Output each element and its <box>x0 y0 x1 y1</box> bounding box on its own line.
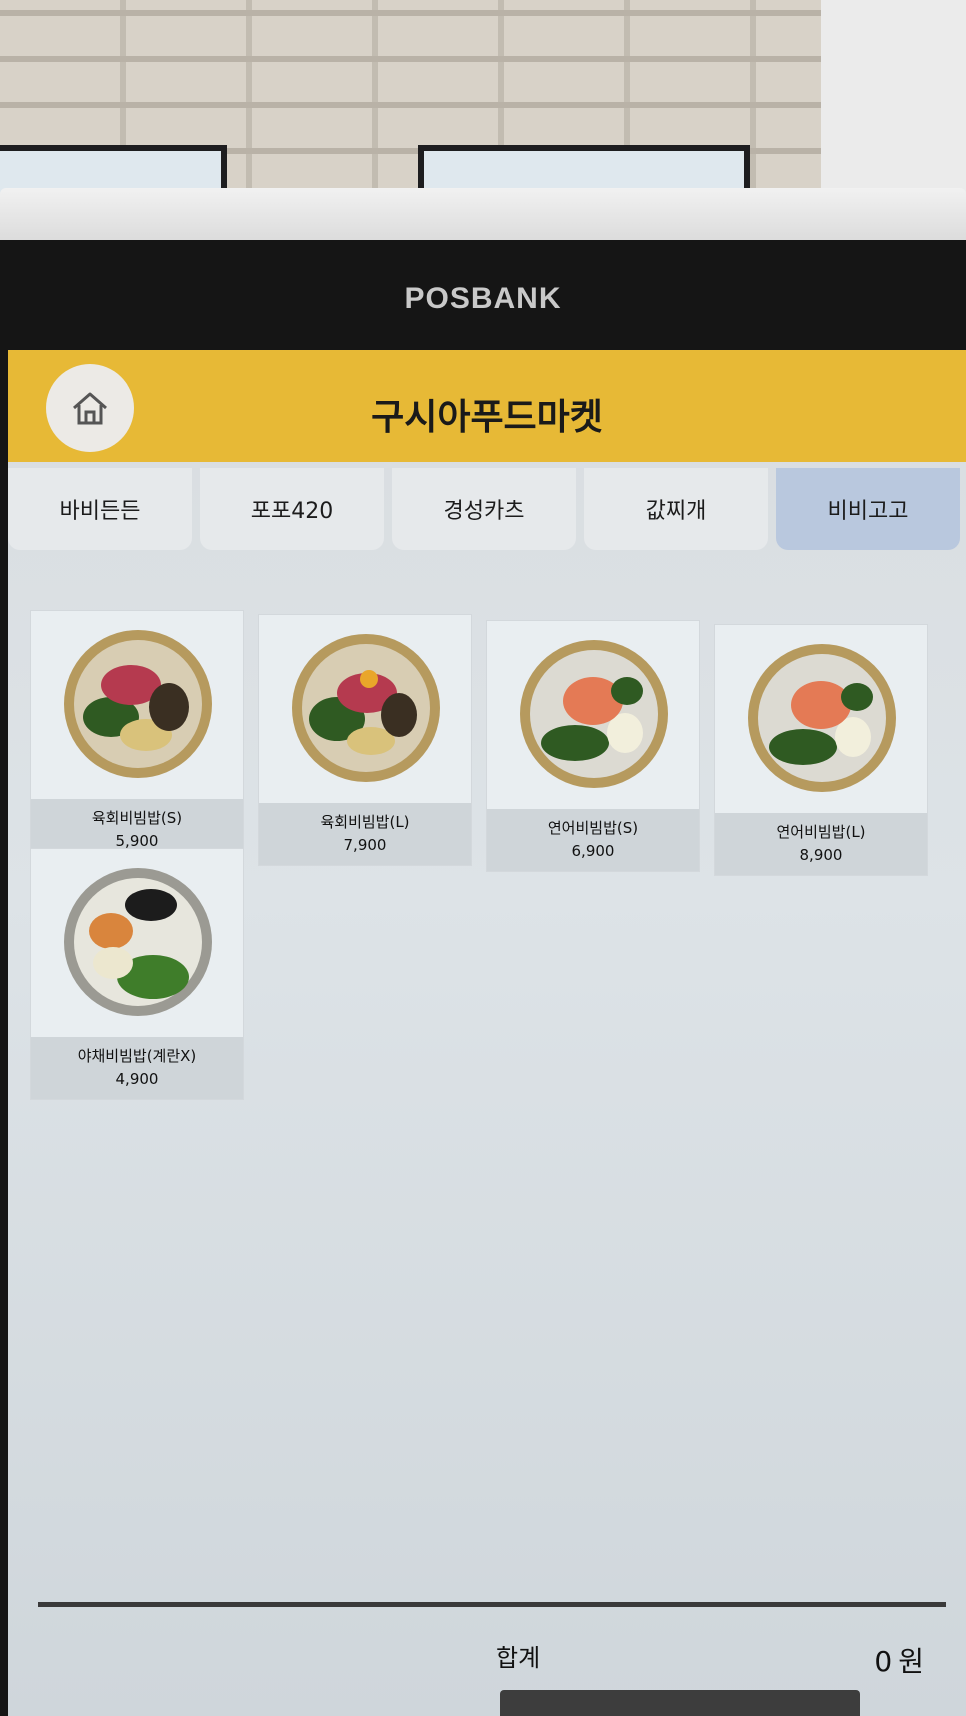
menu-item-name: 야채비빔밥(계란X) <box>77 1047 197 1065</box>
kiosk-top-frame <box>0 188 966 248</box>
tab-label: 값찌개 <box>645 499 707 524</box>
background-wall-right <box>821 0 966 205</box>
menu-item-name: 연어비빔밥(L) <box>776 823 866 841</box>
menu-item-price: 7,900 <box>343 836 387 854</box>
kiosk-brand-logo: POSBANK <box>404 282 562 315</box>
food-image <box>64 630 212 778</box>
tab-babidendeun[interactable]: 바비든든 <box>8 468 192 550</box>
total-label: 합계 <box>496 1644 541 1672</box>
menu-item[interactable]: 연어비빔밥(L) 8,900 <box>714 624 928 876</box>
menu-item-price: 4,900 <box>115 1070 159 1088</box>
divider <box>38 1602 946 1607</box>
food-image <box>292 634 440 782</box>
food-image <box>748 644 896 792</box>
currency-unit: 원 <box>898 1645 924 1678</box>
menu-item-price: 6,900 <box>571 842 615 860</box>
menu-item-name: 육회비빔밥(L) <box>320 813 410 831</box>
store-title: 구시아푸드마켓 <box>371 397 603 438</box>
menu-item[interactable]: 야채비빔밥(계란X) 4,900 <box>30 848 244 1100</box>
menu-item[interactable]: 육회비빔밥(S) 5,900 <box>30 610 244 862</box>
food-image <box>64 868 212 1016</box>
tab-popo420[interactable]: 포포420 <box>200 468 384 550</box>
food-image <box>520 640 668 788</box>
order-button[interactable] <box>500 1690 860 1716</box>
menu-item-name: 연어비빔밥(S) <box>547 819 639 837</box>
category-tabs: 바비든든 포포420 경성카츠 값찌개 비비고고 <box>8 468 966 558</box>
tab-label: 비비고고 <box>827 499 909 524</box>
menu-item-name: 육회비빔밥(S) <box>91 809 183 827</box>
menu-item[interactable]: 육회비빔밥(L) 7,900 <box>258 614 472 866</box>
header-bar: 구시아푸드마켓 <box>8 350 966 462</box>
total-amount: 0원 <box>874 1640 924 1680</box>
tab-label: 경성카츠 <box>443 499 525 524</box>
tab-label: 포포420 <box>250 499 334 524</box>
total-value: 0 <box>874 1645 893 1678</box>
menu-item-price: 8,900 <box>799 846 843 864</box>
menu-item[interactable]: 연어비빔밥(S) 6,900 <box>486 620 700 872</box>
tab-label: 바비든든 <box>59 499 141 524</box>
tab-gapjjigae[interactable]: 값찌개 <box>584 468 768 550</box>
tab-gyeongseong-katsu[interactable]: 경성카츠 <box>392 468 576 550</box>
tab-bibigogo[interactable]: 비비고고 <box>776 468 960 550</box>
kiosk-screen: 구시아푸드마켓 바비든든 포포420 경성카츠 값찌개 비비고고 육회비빔밥(S… <box>8 350 966 1716</box>
